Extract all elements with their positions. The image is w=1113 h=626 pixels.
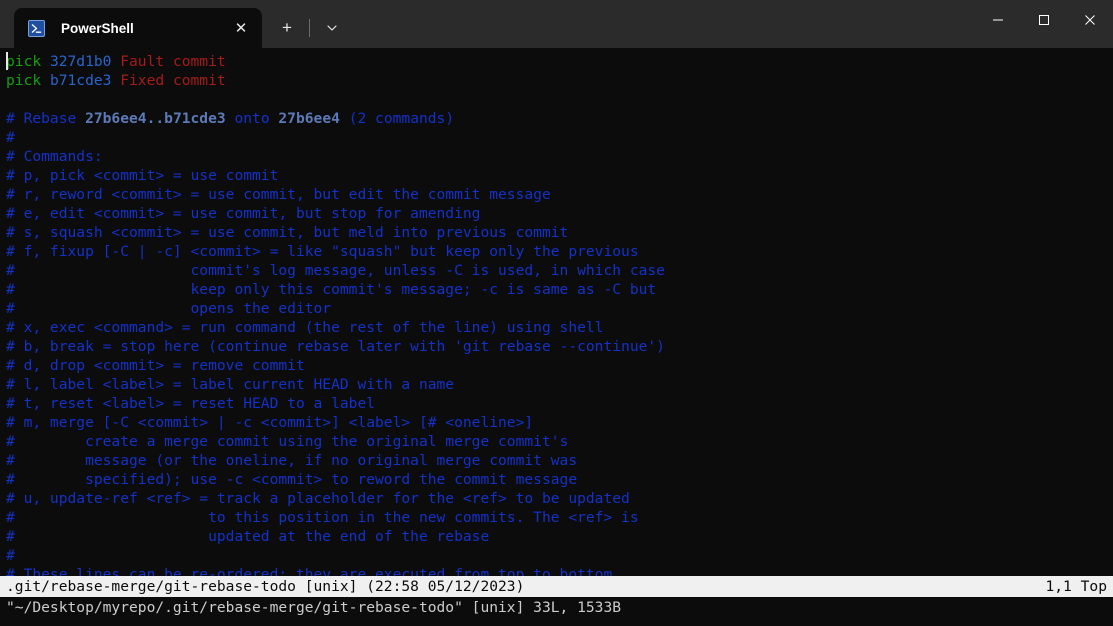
editor-line-segment: # to this position in the new commits. T… xyxy=(6,509,639,526)
editor-line: # r, reword <commit> = use commit, but e… xyxy=(0,185,1113,204)
editor-line: # p, pick <commit> = use commit xyxy=(0,166,1113,185)
editor-line-segment: # m, merge [-C <commit> | -c <commit>] <… xyxy=(6,414,534,431)
close-tab-icon[interactable]: ✕ xyxy=(226,13,256,43)
editor-line: # t, reset <label> = reset HEAD to a lab… xyxy=(0,394,1113,413)
editor-line-segment: # d, drop <commit> = remove commit xyxy=(6,357,305,374)
close-window-icon[interactable] xyxy=(1067,0,1113,40)
editor-line-segment: pick xyxy=(6,53,50,70)
editor-line-segment: # b, break = stop here (continue rebase … xyxy=(6,338,665,355)
editor-line: # xyxy=(0,128,1113,147)
editor-line-segment: # commit's log message, unless -C is use… xyxy=(6,262,665,279)
editor-line: # f, fixup [-C | -c] <commit> = like "sq… xyxy=(0,242,1113,261)
editor-line: # opens the editor xyxy=(0,299,1113,318)
editor-line: # d, drop <commit> = remove commit xyxy=(0,356,1113,375)
editor-line-segment: pick xyxy=(6,72,50,89)
editor-line: pick 327d1b0 Fault commit xyxy=(0,52,1113,71)
editor-line-segment: b71cde3 xyxy=(49,72,121,89)
editor-line-segment: # r, reword <commit> = use commit, but e… xyxy=(6,186,551,203)
editor-line-segment: # opens the editor xyxy=(6,300,332,317)
tab-powershell[interactable]: PowerShell ✕ xyxy=(14,8,262,48)
editor-line-segment: # l, label <label> = label current HEAD … xyxy=(6,376,455,393)
editor-line: # commit's log message, unless -C is use… xyxy=(0,261,1113,280)
text-cursor xyxy=(6,52,8,70)
editor-line-segment: Fault commit xyxy=(120,53,226,70)
editor-line-segment: # specified); use -c <commit> to reword … xyxy=(6,471,578,488)
editor-line-segment: 327d1b0 xyxy=(49,53,121,70)
editor-line-segment: # t, reset <label> = reset HEAD to a lab… xyxy=(6,395,376,412)
editor-line: # to this position in the new commits. T… xyxy=(0,508,1113,527)
editor-line-segment: # u, update-ref <ref> = track a placehol… xyxy=(6,490,630,507)
status-file-info: .git/rebase-merge/git-rebase-todo [unix]… xyxy=(6,578,525,595)
editor-line-segment: Fixed commit xyxy=(120,72,226,89)
editor-line-segment: # e, edit <commit> = use commit, but sto… xyxy=(6,205,481,222)
editor-line: # updated at the end of the rebase xyxy=(0,527,1113,546)
editor-line-segment: # p, pick <commit> = use commit xyxy=(6,167,279,184)
editor-line-segment: (2 commands) xyxy=(339,110,455,127)
editor-line: # message (or the oneline, if no origina… xyxy=(0,451,1113,470)
editor-line-segment: # updated at the end of the rebase xyxy=(6,528,490,545)
editor-line: # b, break = stop here (continue rebase … xyxy=(0,337,1113,356)
editor-line-segment: # Rebase xyxy=(6,110,86,127)
title-bar: PowerShell ✕ + xyxy=(0,0,1113,48)
tab-separator xyxy=(309,19,310,37)
window-controls xyxy=(975,0,1113,48)
editor-line-segment: # Commands: xyxy=(6,148,103,165)
editor-line: # l, label <label> = label current HEAD … xyxy=(0,375,1113,394)
vim-command-line: "~/Desktop/myrepo/.git/rebase-merge/git-… xyxy=(6,599,622,616)
editor-line-segment: onto xyxy=(225,110,279,127)
editor-line-segment: # keep only this commit's message; -c is… xyxy=(6,281,657,298)
editor-line: pick b71cde3 Fixed commit xyxy=(0,71,1113,90)
maximize-icon[interactable] xyxy=(1021,0,1067,40)
editor-line-segment: # create a merge commit using the origin… xyxy=(6,433,569,450)
editor-line-segment: 27b6ee4..b71cde3 xyxy=(85,110,226,127)
editor-line-segment: # s, squash <commit> = use commit, but m… xyxy=(6,224,569,241)
editor-line: # keep only this commit's message; -c is… xyxy=(0,280,1113,299)
tab-title: PowerShell xyxy=(61,20,134,36)
powershell-icon xyxy=(28,19,45,37)
editor-line-segment: # f, fixup [-C | -c] <commit> = like "sq… xyxy=(6,243,639,260)
editor-line: # xyxy=(0,546,1113,565)
editor-line-segment: # xyxy=(6,129,15,146)
new-tab-group: + xyxy=(262,8,349,48)
editor-line-segment: # message (or the oneline, if no origina… xyxy=(6,452,578,469)
editor-line: # e, edit <commit> = use commit, but sto… xyxy=(0,204,1113,223)
new-tab-icon[interactable]: + xyxy=(270,13,304,43)
terminal-viewport[interactable]: pick 327d1b0 Fault commit pick b71cde3 Fi… xyxy=(0,48,1113,626)
editor-line-segment: # xyxy=(6,547,15,564)
editor-line: # Commands: xyxy=(0,147,1113,166)
editor-line-segment: # x, exec <command> = run command (the r… xyxy=(6,319,604,336)
editor-buffer[interactable]: pick 327d1b0 Fault commit pick b71cde3 Fi… xyxy=(0,48,1113,584)
editor-line: # x, exec <command> = run command (the r… xyxy=(0,318,1113,337)
editor-line: # specified); use -c <commit> to reword … xyxy=(0,470,1113,489)
status-cursor-position: 1,1 Top xyxy=(1045,578,1107,595)
editor-line: # s, squash <commit> = use commit, but m… xyxy=(0,223,1113,242)
editor-line: # create a merge commit using the origin… xyxy=(0,432,1113,451)
vim-status-line: .git/rebase-merge/git-rebase-todo [unix]… xyxy=(0,576,1113,597)
tab-strip: PowerShell ✕ + xyxy=(0,0,975,48)
chevron-down-icon[interactable] xyxy=(315,13,349,43)
editor-line-segment: 27b6ee4 xyxy=(278,110,340,127)
editor-line: # Rebase 27b6ee4..b71cde3 onto 27b6ee4 (… xyxy=(0,109,1113,128)
minimize-icon[interactable] xyxy=(975,0,1021,40)
editor-line: # m, merge [-C <commit> | -c <commit>] <… xyxy=(0,413,1113,432)
editor-line: # u, update-ref <ref> = track a placehol… xyxy=(0,489,1113,508)
